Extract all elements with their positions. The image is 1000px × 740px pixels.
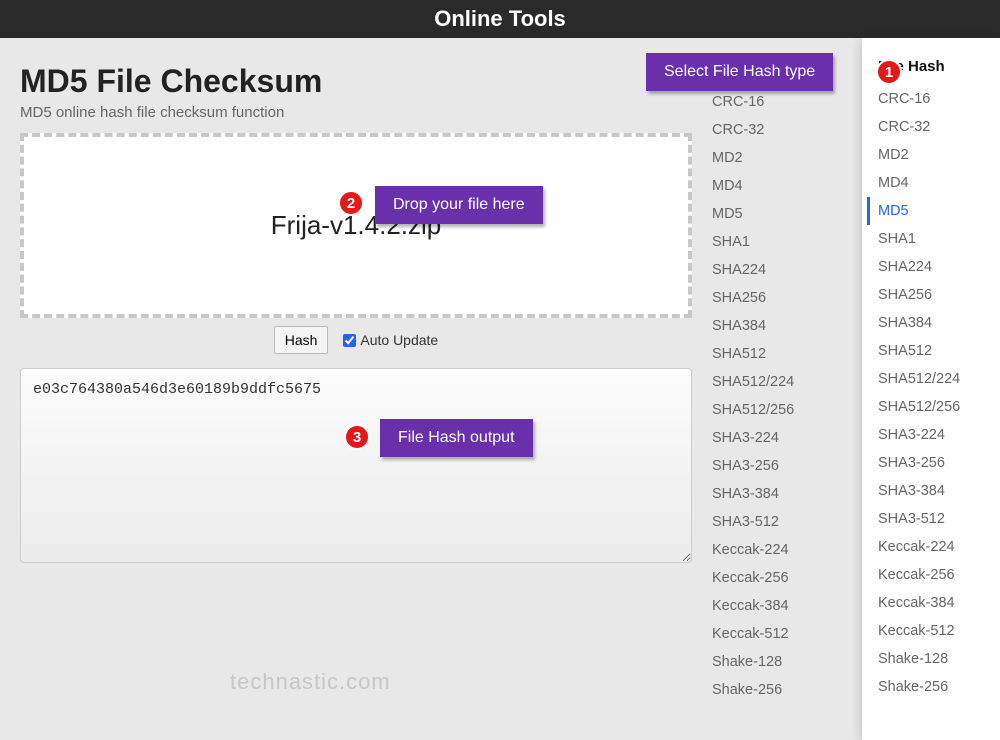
auto-update-label: Auto Update [360,332,438,348]
hash-type-item[interactable]: MD5 [867,197,1000,225]
hash-type-item[interactable]: SHA384 [878,309,1000,337]
badge-3: 3 [344,424,370,450]
hash-type-item[interactable]: SHA384 [712,312,862,340]
hash-button[interactable]: Hash [274,326,329,354]
hash-type-item[interactable]: CRC-32 [878,113,1000,141]
hash-type-item[interactable]: SHA3-512 [878,505,1000,533]
hash-type-item[interactable]: Keccak-384 [712,592,862,620]
hash-type-item[interactable]: Shake-128 [878,645,1000,673]
content-column: MD5 File Checksum MD5 online hash file c… [0,38,712,740]
hash-type-item[interactable]: SHA256 [712,284,862,312]
hash-type-item[interactable]: Shake-256 [712,676,862,704]
hash-type-item[interactable]: MD2 [712,144,862,172]
controls-row: Hash Auto Update [20,326,692,354]
hash-output-textarea[interactable]: e03c764380a546d3e60189b9ddfc5675 [20,368,692,563]
hash-type-item[interactable]: SHA3-224 [878,421,1000,449]
sidebar-right: File Hash CRC-16CRC-32MD2MD4MD5SHA1SHA22… [862,38,1000,740]
sidebar-left: CRC-16CRC-32MD2MD4MD5SHA1SHA224SHA256SHA… [712,38,862,740]
badge-1: 1 [876,59,902,85]
hash-type-item[interactable]: Keccak-224 [712,536,862,564]
auto-update-checkbox[interactable] [343,334,356,347]
page-subtitle: MD5 online hash file checksum function [20,104,692,121]
hash-type-item[interactable]: Keccak-224 [878,533,1000,561]
hash-type-item[interactable]: Shake-256 [878,673,1000,701]
hash-type-item[interactable]: MD4 [878,169,1000,197]
hash-type-item[interactable]: SHA3-512 [712,508,862,536]
hash-type-item[interactable]: SHA512 [712,340,862,368]
hash-type-item[interactable]: CRC-16 [878,85,1000,113]
hash-type-item[interactable]: Keccak-512 [878,617,1000,645]
hash-type-item[interactable]: SHA512/256 [878,393,1000,421]
hash-type-item[interactable]: MD2 [878,141,1000,169]
hash-type-item[interactable]: SHA256 [878,281,1000,309]
file-dropzone[interactable]: Frija-v1.4.2.zip [20,133,692,318]
hash-type-item[interactable]: SHA3-256 [878,449,1000,477]
main-area: MD5 File Checksum MD5 online hash file c… [0,38,1000,740]
hash-type-item[interactable]: Keccak-256 [712,564,862,592]
hash-type-item[interactable]: Keccak-384 [878,589,1000,617]
callout-select-hash-type: Select File Hash type [646,53,833,91]
hash-type-item[interactable]: CRC-32 [712,116,862,144]
hash-output-value: e03c764380a546d3e60189b9ddfc5675 [33,381,321,398]
hash-type-item[interactable]: CRC-16 [712,88,862,116]
hash-type-item[interactable]: SHA3-256 [712,452,862,480]
badge-2: 2 [338,190,364,216]
hash-type-item[interactable]: MD5 [712,200,862,228]
hash-type-item[interactable]: SHA3-224 [712,424,862,452]
callout-hash-output: File Hash output [380,419,533,457]
hash-type-item[interactable]: SHA1 [712,228,862,256]
hash-type-item[interactable]: SHA512/256 [712,396,862,424]
header-bar: Online Tools [0,0,1000,38]
hash-type-item[interactable]: SHA224 [878,253,1000,281]
hash-type-item[interactable]: SHA1 [878,225,1000,253]
hash-type-item[interactable]: SHA3-384 [878,477,1000,505]
hash-type-list-left: CRC-16CRC-32MD2MD4MD5SHA1SHA224SHA256SHA… [712,88,862,704]
watermark: technastic.com [230,669,391,695]
hash-type-item[interactable]: SHA3-384 [712,480,862,508]
hash-type-item[interactable]: SHA512/224 [878,365,1000,393]
hash-type-item[interactable]: SHA224 [712,256,862,284]
hash-type-item[interactable]: SHA512 [878,337,1000,365]
hash-type-item[interactable]: SHA512/224 [712,368,862,396]
hash-type-item[interactable]: Keccak-512 [712,620,862,648]
header-title: Online Tools [434,6,566,31]
hash-type-item[interactable]: MD4 [712,172,862,200]
hash-type-item[interactable]: Keccak-256 [878,561,1000,589]
hash-type-list-right: CRC-16CRC-32MD2MD4MD5SHA1SHA224SHA256SHA… [878,85,1000,701]
hash-type-item[interactable]: Shake-128 [712,648,862,676]
callout-drop-file: Drop your file here [375,186,543,224]
page-title: MD5 File Checksum [20,63,692,100]
